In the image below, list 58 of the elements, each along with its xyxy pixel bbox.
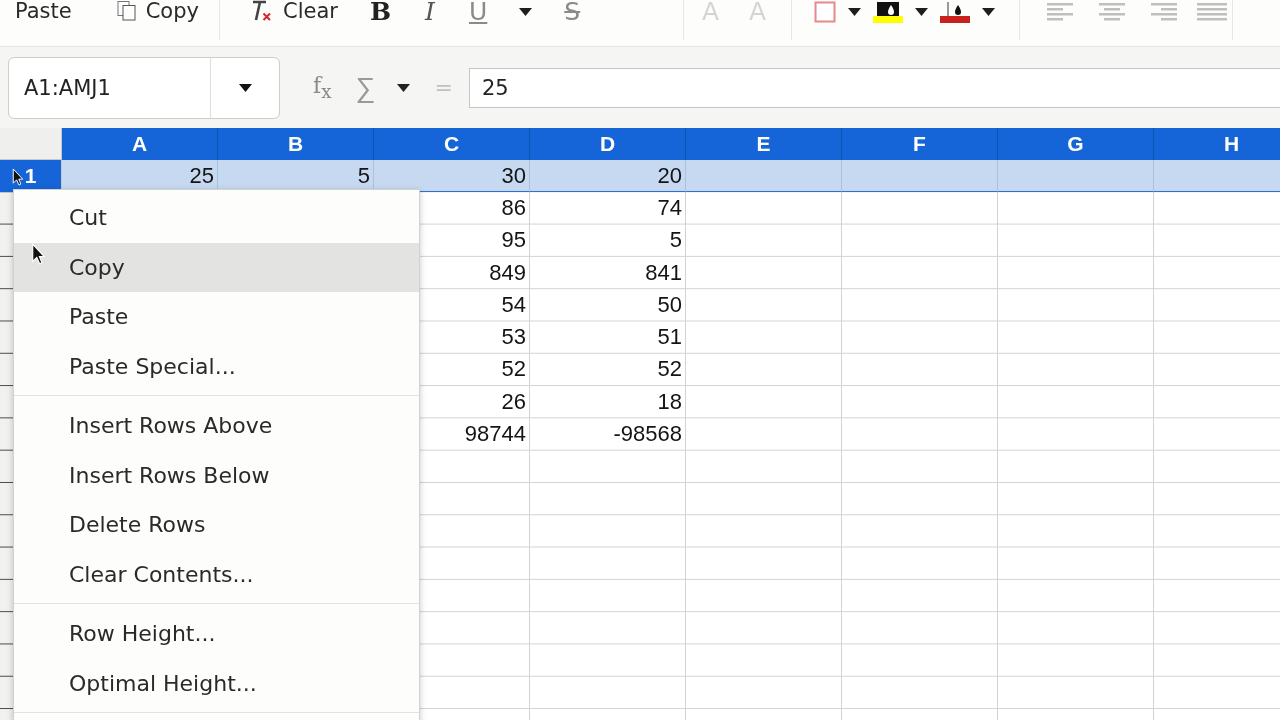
table-cell-text: 51 bbox=[656, 323, 683, 352]
table-cell-text: 74 bbox=[656, 193, 683, 222]
pointer-icon bbox=[12, 168, 24, 186]
table-cell: 20 bbox=[530, 160, 686, 193]
caret-icon bbox=[915, 8, 928, 16]
menu-item[interactable]: Copy bbox=[14, 242, 419, 292]
italic-button[interactable]: I bbox=[423, 0, 437, 24]
menu-item[interactable]: Cut bbox=[14, 193, 419, 243]
row-header[interactable]: 1 bbox=[0, 160, 62, 193]
table-cell-text: 841 bbox=[644, 258, 683, 287]
column-header[interactable]: E bbox=[686, 128, 842, 160]
caret-icon bbox=[982, 8, 995, 16]
clear-formatting-button[interactable]: Clear bbox=[248, 0, 338, 22]
column-header[interactable]: B bbox=[218, 128, 374, 160]
bold-button[interactable]: B bbox=[367, 0, 394, 24]
column-header[interactable]: G bbox=[998, 128, 1154, 160]
font-color-button[interactable] bbox=[940, 0, 995, 24]
menu-item[interactable]: Insert Rows Below bbox=[14, 450, 419, 500]
menu-item[interactable]: Paste Special... bbox=[14, 341, 419, 391]
caret-icon bbox=[397, 83, 411, 92]
table-cell-text: 50 bbox=[656, 290, 683, 319]
paste-button[interactable]: Paste bbox=[15, 0, 72, 22]
table-cell-text: 849 bbox=[488, 258, 527, 287]
table-cell-text: 26 bbox=[500, 387, 527, 416]
table-cell-text: -98568 bbox=[612, 420, 683, 448]
table-cell-text: 5 bbox=[668, 226, 683, 255]
table-cell-text: 86 bbox=[500, 193, 527, 222]
column-header[interactable]: A bbox=[62, 128, 218, 160]
sum-dropdown[interactable] bbox=[397, 83, 411, 92]
table-cell-text: 52 bbox=[500, 355, 527, 384]
column-header[interactable]: F bbox=[842, 128, 998, 160]
select-all-corner[interactable] bbox=[0, 128, 62, 160]
copy-button[interactable]: Copy bbox=[116, 0, 199, 22]
column-header[interactable]: D bbox=[530, 128, 686, 160]
table-cell-text: 95 bbox=[500, 226, 527, 255]
caret-icon bbox=[238, 83, 252, 92]
table-cell-text: 98744 bbox=[463, 420, 527, 448]
menu-item[interactable]: Paste bbox=[14, 292, 419, 342]
highlight-color-button[interactable] bbox=[873, 0, 928, 24]
menu-item[interactable]: Insert Rows Above bbox=[14, 401, 419, 451]
column-header[interactable]: H bbox=[1154, 128, 1280, 160]
column-header[interactable]: C bbox=[374, 128, 530, 160]
menu-item[interactable]: Optimal Height... bbox=[14, 658, 419, 708]
justify-icon bbox=[1195, 3, 1229, 21]
table-cell-text: 52 bbox=[656, 355, 683, 384]
table-cell-text: 18 bbox=[656, 387, 683, 416]
caret-icon bbox=[848, 8, 861, 16]
pointer-icon bbox=[31, 243, 46, 265]
menu-item[interactable]: Clear Contents... bbox=[14, 549, 419, 599]
caret-icon bbox=[519, 8, 533, 16]
table-cell-text: 53 bbox=[500, 323, 527, 352]
formula-input[interactable]: 25 bbox=[468, 67, 1280, 108]
menu-item[interactable]: Row Height... bbox=[14, 609, 419, 659]
table-cell-text: 54 bbox=[500, 290, 527, 319]
table-cell: 30 bbox=[374, 160, 530, 193]
name-box[interactable]: A1:AMJ1 bbox=[8, 56, 280, 119]
menu-item[interactable]: Delete Rows bbox=[14, 500, 419, 550]
borders-button[interactable] bbox=[814, 0, 861, 24]
